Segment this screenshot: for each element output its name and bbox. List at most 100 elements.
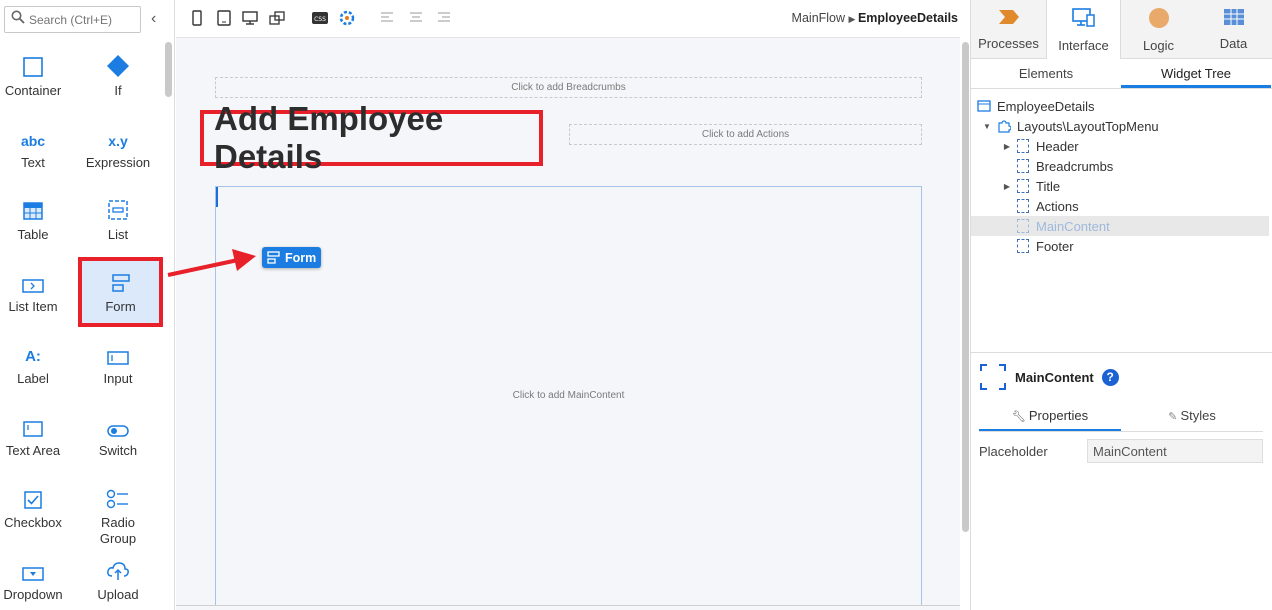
tree-node-label: Footer [1036, 238, 1074, 254]
property-value-field[interactable] [1087, 439, 1263, 463]
tool-form[interactable]: Form [78, 257, 163, 327]
toolbox-search-box[interactable] [4, 6, 141, 33]
collapsed-caret-icon[interactable]: ▶ [1001, 182, 1013, 191]
breadcrumb-screen: EmployeeDetails [857, 11, 958, 25]
tool-label: Expression [85, 155, 151, 170]
help-icon[interactable]: ? [1101, 368, 1119, 386]
search-input[interactable] [29, 12, 139, 27]
tool-label: Text Area [5, 443, 61, 458]
expanded-caret-icon[interactable]: ▼ [981, 122, 993, 131]
tree-node-header[interactable]: ▶ Header [1001, 136, 1079, 156]
toolbox-scrollbar[interactable] [165, 42, 172, 97]
tool-switch[interactable]: Switch [78, 409, 158, 477]
upload-icon [106, 553, 130, 587]
right-panel: Processes Interface Logic Data Elements … [970, 0, 1272, 610]
screen-breadcrumb: MainFlow ▶ EmployeeDetails [792, 11, 958, 25]
logic-icon [1148, 8, 1170, 33]
tab-data[interactable]: Data [1196, 0, 1271, 59]
brush-icon: ✎ [1168, 411, 1181, 423]
dropdown-icon [22, 553, 44, 587]
tool-container[interactable]: Container [0, 49, 73, 117]
tool-label: Table [17, 227, 49, 242]
tree-node-footer[interactable]: Footer [1017, 236, 1074, 256]
tab-properties[interactable]: 🔧︎ Properties [979, 402, 1121, 431]
tool-expression[interactable]: x.y Expression [78, 121, 158, 189]
list-item-icon [22, 265, 44, 299]
canvas-scrollbar[interactable] [962, 42, 969, 532]
svg-text:CSS: CSS [314, 16, 326, 23]
tab-interface[interactable]: Interface [1046, 0, 1121, 59]
expression-icon: x.y [108, 133, 128, 149]
tab-logic[interactable]: Logic [1121, 0, 1196, 59]
tablet-preview-icon[interactable] [216, 10, 234, 28]
tool-if[interactable]: If [78, 49, 158, 117]
tree-node-title[interactable]: ▶ Title [1001, 176, 1060, 196]
tool-label: Container [4, 83, 62, 98]
tool-radio-group[interactable]: Radio Group [78, 481, 158, 549]
tool-label-widget[interactable]: A: Label [0, 337, 73, 405]
tool-table[interactable]: Table [0, 193, 73, 261]
tool-upload[interactable]: Upload [78, 553, 158, 610]
collapse-toolbox-button[interactable]: ‹ [151, 10, 167, 30]
desktop-preview-icon[interactable] [242, 10, 260, 28]
subtab-elements[interactable]: Elements [971, 59, 1121, 88]
text-area-icon [23, 409, 43, 443]
screen-canvas[interactable]: CSS MainFlow ▶ EmployeeDetails Click to … [176, 0, 969, 610]
theme-colors-icon[interactable] [339, 10, 357, 28]
if-diamond-icon [107, 49, 129, 83]
switch-icon [107, 409, 129, 443]
tab-styles[interactable]: ✎ Styles [1121, 402, 1263, 431]
tree-node-breadcrumbs[interactable]: Breadcrumbs [1017, 156, 1113, 176]
placeholder-icon [1017, 159, 1029, 173]
tree-node-label: EmployeeDetails [997, 98, 1095, 114]
tool-label: Text [21, 155, 45, 170]
tool-text[interactable]: abc Text [0, 121, 73, 189]
tab-processes[interactable]: Processes [971, 0, 1046, 59]
tool-text-area[interactable]: Text Area [0, 409, 73, 477]
phone-preview-icon[interactable] [190, 10, 208, 28]
align-left-icon[interactable] [380, 10, 398, 28]
collapsed-caret-icon[interactable]: ▶ [1001, 142, 1013, 151]
main-content-placeholder[interactable]: Click to add MainContent [215, 186, 922, 606]
tool-label: Upload [97, 587, 139, 602]
processes-icon [997, 8, 1021, 31]
tool-label: Dropdown [3, 587, 63, 602]
data-icon [1223, 8, 1245, 31]
breadcrumb-flow[interactable]: MainFlow [792, 11, 846, 25]
tree-node-label: Layouts\LayoutTopMenu [1017, 118, 1159, 134]
tool-input[interactable]: Input [78, 337, 158, 405]
align-center-icon[interactable] [409, 10, 427, 28]
tool-label: Label [17, 371, 49, 386]
placeholder-icon [1017, 179, 1029, 193]
interface-subtabs: Elements Widget Tree [971, 59, 1272, 89]
tab-label: Styles [1180, 408, 1216, 423]
canvas-toolbar: CSS MainFlow ▶ EmployeeDetails [176, 0, 960, 38]
tool-list-item[interactable]: List Item [0, 265, 73, 333]
page-title[interactable]: Add Employee Details [200, 100, 543, 175]
rotate-device-icon[interactable] [269, 10, 287, 28]
main-content-hint: Click to add MainContent [512, 390, 625, 401]
panel-divider [971, 352, 1272, 353]
tree-node-main-content[interactable]: MainContent [971, 216, 1269, 236]
tab-label: Interface [1058, 38, 1109, 53]
properties-title: MainContent [1015, 369, 1094, 385]
tool-list[interactable]: List [78, 193, 158, 261]
css-editor-icon[interactable]: CSS [312, 10, 330, 28]
breadcrumbs-placeholder[interactable]: Click to add Breadcrumbs [215, 77, 922, 98]
tree-node-actions[interactable]: Actions [1017, 196, 1079, 216]
tree-node-label: Actions [1036, 198, 1079, 214]
align-right-icon[interactable] [437, 10, 455, 28]
tab-label: Logic [1142, 38, 1175, 53]
form-icon [267, 251, 280, 264]
dragged-form-widget[interactable]: Form [262, 247, 321, 268]
tree-node-screen[interactable]: EmployeeDetails [977, 96, 1095, 116]
actions-placeholder[interactable]: Click to add Actions [569, 124, 922, 145]
tree-node-layout[interactable]: ▼ Layouts\LayoutTopMenu [981, 116, 1159, 136]
tool-checkbox[interactable]: Checkbox [0, 481, 73, 549]
subtab-widget-tree[interactable]: Widget Tree [1121, 59, 1271, 88]
tool-label: Radio Group [99, 515, 137, 546]
interface-icon [1071, 8, 1096, 33]
main-tabs: Processes Interface Logic Data [971, 0, 1272, 59]
tool-dropdown[interactable]: Dropdown [0, 553, 73, 610]
placeholder-icon [1017, 219, 1029, 233]
